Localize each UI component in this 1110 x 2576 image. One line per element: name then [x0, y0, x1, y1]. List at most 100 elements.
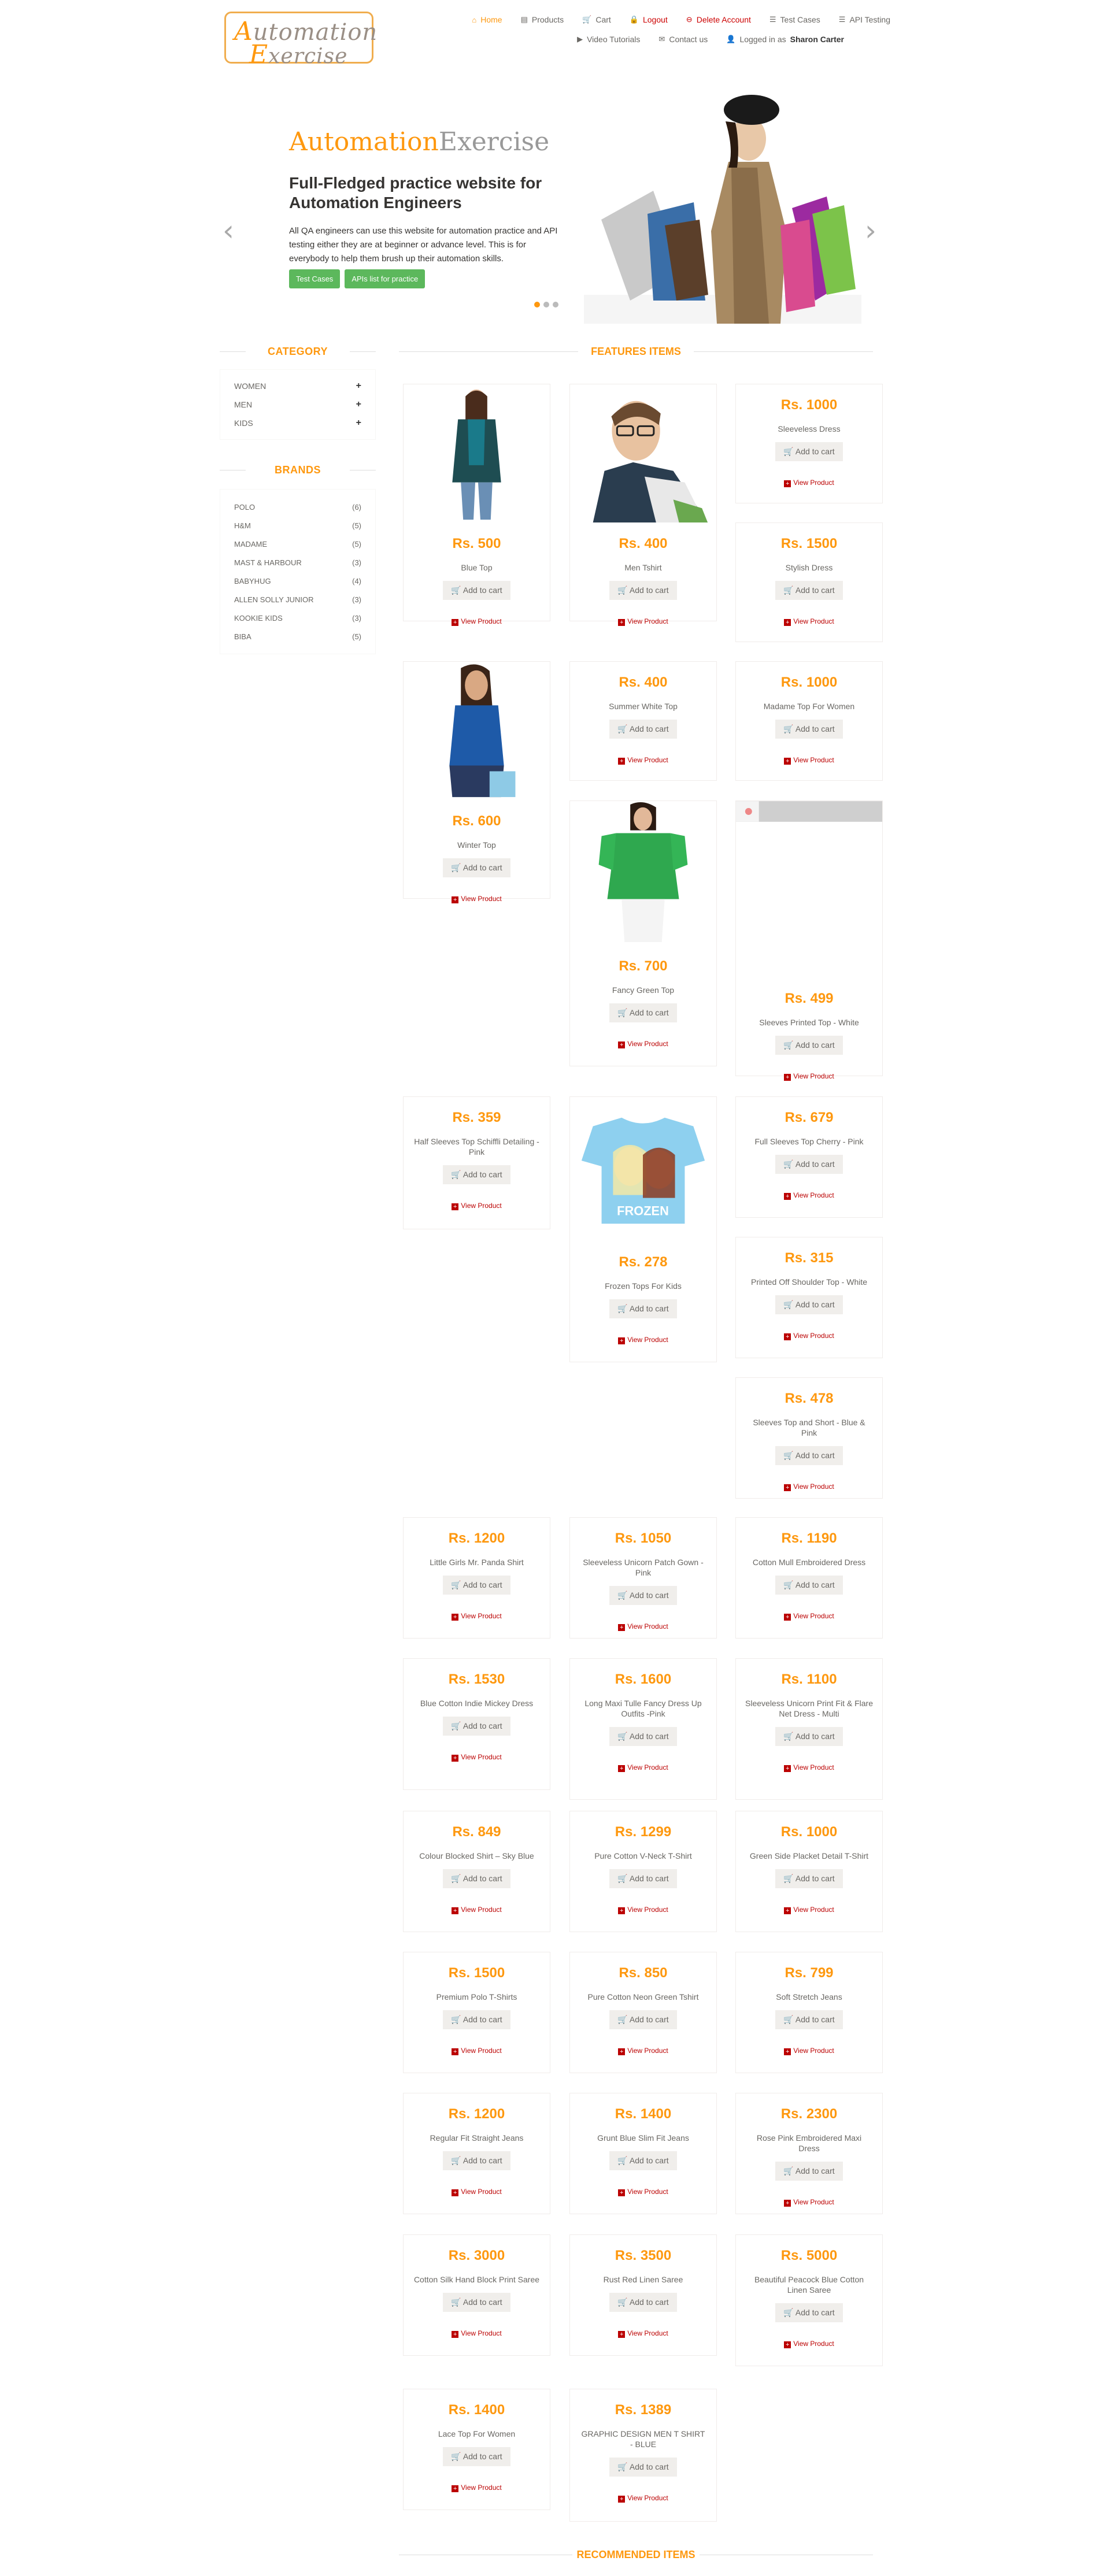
view-product-link[interactable]: + View Product — [736, 2340, 882, 2348]
view-product-link[interactable]: + View Product — [570, 1040, 716, 1048]
view-product-link[interactable]: + View Product — [570, 1336, 716, 1344]
brand-item[interactable]: ALLEN SOLLY JUNIOR (3) — [234, 590, 361, 609]
view-product-link[interactable]: + View Product — [404, 2329, 550, 2338]
add-to-cart-button[interactable]: 🛒 Add to cart — [443, 2293, 510, 2312]
add-to-cart-button[interactable]: 🛒 Add to cart — [609, 1869, 677, 1888]
add-to-cart-button[interactable]: 🛒 Add to cart — [609, 1586, 677, 1605]
add-to-cart-button[interactable]: 🛒 Add to cart — [443, 2447, 510, 2466]
add-to-cart-button[interactable]: 🛒 Add to cart — [443, 1717, 510, 1736]
add-to-cart-button[interactable]: 🛒 Add to cart — [443, 1165, 510, 1184]
brand-item[interactable]: MAST & HARBOUR (3) — [234, 553, 361, 572]
nav-test-cases[interactable]: ☰ Test Cases — [769, 15, 820, 24]
view-product-link[interactable]: + View Product — [404, 895, 550, 903]
view-product-link[interactable]: + View Product — [404, 1906, 550, 1914]
plus-icon[interactable]: + — [356, 399, 361, 410]
view-product-link[interactable]: + View Product — [570, 2188, 716, 2196]
view-product-link[interactable]: + View Product — [736, 617, 882, 626]
test-cases-button[interactable]: Test Cases — [289, 269, 341, 288]
view-product-link[interactable]: + View Product — [570, 617, 716, 626]
view-product-link[interactable]: + View Product — [570, 2047, 716, 2055]
carousel-prev-icon[interactable]: ‹ — [223, 214, 234, 247]
view-product-link[interactable]: + View Product — [404, 1202, 550, 1210]
add-to-cart-button[interactable]: 🛒 Add to cart — [609, 1299, 677, 1318]
plus-icon[interactable]: + — [356, 418, 361, 428]
add-to-cart-button[interactable]: 🛒 Add to cart — [775, 2162, 843, 2181]
view-product-link[interactable]: + View Product — [570, 756, 716, 765]
site-logo[interactable]: Automation Exercise — [224, 12, 377, 69]
nav-contact-us[interactable]: ✉ Contact us — [658, 35, 708, 44]
add-to-cart-button[interactable]: 🛒 Add to cart — [775, 2303, 843, 2322]
add-to-cart-button[interactable]: 🛒 Add to cart — [775, 1869, 843, 1888]
carousel-dot-1[interactable] — [534, 302, 540, 307]
nav-delete-account[interactable]: ⊖ Delete Account — [686, 15, 751, 24]
view-product-link[interactable]: + View Product — [736, 1191, 882, 1200]
brand-item[interactable]: H&M (5) — [234, 516, 361, 535]
view-product-link[interactable]: + View Product — [570, 1763, 716, 1772]
add-to-cart-button[interactable]: 🛒 Add to cart — [775, 720, 843, 739]
view-product-link[interactable]: + View Product — [404, 1612, 550, 1621]
view-product-link[interactable]: + View Product — [736, 1763, 882, 1772]
view-product-link[interactable]: + View Product — [570, 1906, 716, 1914]
view-product-label: View Product — [793, 1612, 834, 1620]
view-product-link[interactable]: + View Product — [570, 2329, 716, 2338]
add-to-cart-button[interactable]: 🛒 Add to cart — [443, 581, 510, 600]
nav-home[interactable]: ⌂ Home — [472, 15, 502, 24]
view-product-link[interactable]: + View Product — [736, 1482, 882, 1491]
add-to-cart-button[interactable]: 🛒 Add to cart — [775, 1727, 843, 1746]
view-product-link[interactable]: + View Product — [404, 1753, 550, 1762]
view-product-link[interactable]: + View Product — [570, 1622, 716, 1631]
add-to-cart-button[interactable]: 🛒 Add to cart — [609, 2151, 677, 2170]
add-to-cart-button[interactable]: 🛒 Add to cart — [443, 858, 510, 877]
add-to-cart-button[interactable]: 🛒 Add to cart — [775, 1295, 843, 1314]
add-to-cart-button[interactable]: 🛒 Add to cart — [609, 581, 677, 600]
plus-icon[interactable]: + — [356, 381, 361, 391]
view-product-link[interactable]: + View Product — [736, 2198, 882, 2207]
apis-list-button[interactable]: APIs list for practice — [345, 269, 426, 288]
nav-logout[interactable]: 🔒 Logout — [630, 15, 668, 24]
add-to-cart-button[interactable]: 🛒 Add to cart — [775, 1446, 843, 1465]
add-to-cart-button[interactable]: 🛒 Add to cart — [443, 2151, 510, 2170]
view-product-link[interactable]: + View Product — [736, 2047, 882, 2055]
add-to-cart-button[interactable]: 🛒 Add to cart — [443, 1576, 510, 1595]
carousel-next-icon[interactable]: › — [865, 214, 876, 247]
view-product-link[interactable]: + View Product — [736, 756, 882, 765]
add-to-cart-button[interactable]: 🛒 Add to cart — [609, 1727, 677, 1746]
view-product-link[interactable]: + View Product — [736, 479, 882, 487]
nav-products[interactable]: ▤ Products — [521, 15, 564, 24]
nav-cart[interactable]: 🛒 Cart — [582, 15, 611, 24]
carousel-dot-2[interactable] — [543, 302, 549, 307]
add-to-cart-button[interactable]: 🛒 Add to cart — [609, 2293, 677, 2312]
category-item[interactable]: WOMEN + — [234, 377, 361, 395]
view-product-link[interactable]: + View Product — [404, 2047, 550, 2055]
add-to-cart-button[interactable]: 🛒 Add to cart — [443, 1869, 510, 1888]
view-product-link[interactable]: + View Product — [570, 2494, 716, 2503]
add-to-cart-button[interactable]: 🛒 Add to cart — [775, 581, 843, 600]
view-product-link[interactable]: + View Product — [736, 1332, 882, 1340]
add-to-cart-button[interactable]: 🛒 Add to cart — [775, 1576, 843, 1595]
brand-item[interactable]: KOOKIE KIDS (3) — [234, 609, 361, 627]
category-item[interactable]: MEN + — [234, 395, 361, 414]
add-to-cart-button[interactable]: 🛒 Add to cart — [775, 442, 843, 461]
category-item[interactable]: KIDS + — [234, 414, 361, 432]
nav-video-tutorials[interactable]: ▶ Video Tutorials — [577, 35, 640, 44]
add-to-cart-button[interactable]: 🛒 Add to cart — [609, 720, 677, 739]
view-product-link[interactable]: + View Product — [404, 2188, 550, 2196]
brand-item[interactable]: BABYHUG (4) — [234, 572, 361, 590]
brand-item[interactable]: BIBA (5) — [234, 627, 361, 646]
view-product-link[interactable]: + View Product — [736, 1612, 882, 1621]
view-product-link[interactable]: + View Product — [736, 1072, 882, 1081]
add-to-cart-button[interactable]: 🛒 Add to cart — [609, 2010, 677, 2029]
add-to-cart-button[interactable]: 🛒 Add to cart — [609, 1003, 677, 1022]
brand-item[interactable]: MADAME (5) — [234, 535, 361, 553]
add-to-cart-button[interactable]: 🛒 Add to cart — [775, 1155, 843, 1174]
carousel-dot-3[interactable] — [553, 302, 558, 307]
add-to-cart-button[interactable]: 🛒 Add to cart — [775, 2010, 843, 2029]
view-product-link[interactable]: + View Product — [736, 1906, 882, 1914]
view-product-link[interactable]: + View Product — [404, 617, 550, 626]
add-to-cart-button[interactable]: 🛒 Add to cart — [775, 1036, 843, 1055]
nav-api-testing[interactable]: ☰ API Testing — [839, 15, 890, 24]
add-to-cart-button[interactable]: 🛒 Add to cart — [609, 2458, 677, 2477]
view-product-link[interactable]: + View Product — [404, 2484, 550, 2492]
brand-item[interactable]: POLO (6) — [234, 498, 361, 516]
add-to-cart-button[interactable]: 🛒 Add to cart — [443, 2010, 510, 2029]
